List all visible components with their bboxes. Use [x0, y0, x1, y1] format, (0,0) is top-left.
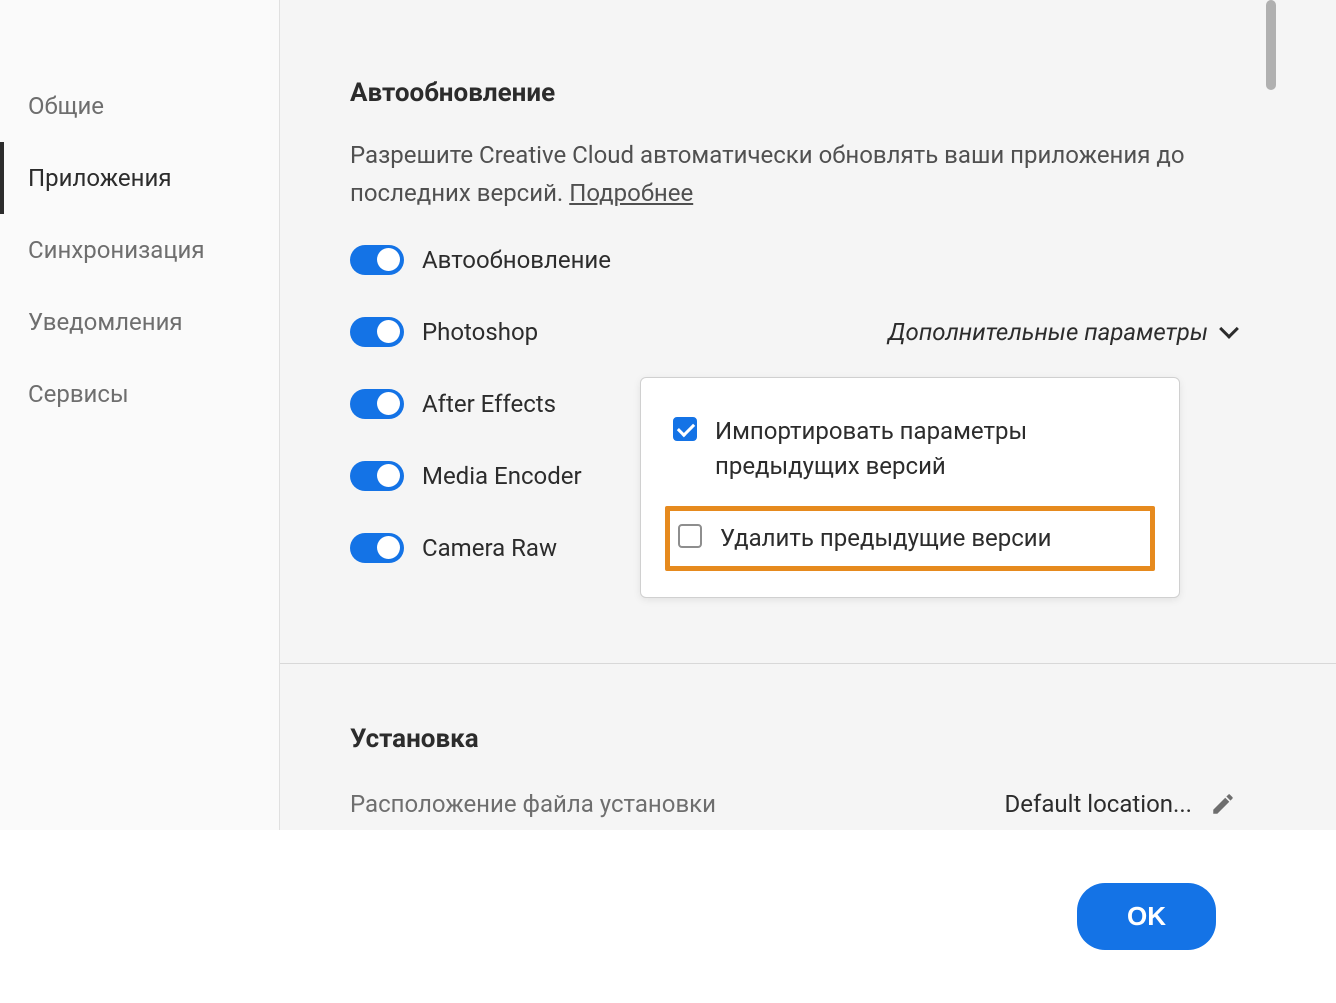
- install-section: Установка Расположение файла установки D…: [350, 664, 1276, 818]
- pencil-icon[interactable]: [1210, 791, 1236, 817]
- sidebar-item-services[interactable]: Сервисы: [0, 358, 279, 430]
- remove-previous-checkbox[interactable]: [678, 524, 702, 548]
- footer: OK: [0, 830, 1336, 1003]
- learn-more-link[interactable]: Подробнее: [569, 179, 693, 207]
- cameraraw-label: Camera Raw: [422, 534, 557, 562]
- advanced-options-popup: Импортировать параметры предыдущих верси…: [640, 377, 1180, 598]
- app-toggle-row-photoshop: Photoshop Дополнительные параметры: [350, 317, 1276, 347]
- advanced-options-link[interactable]: Дополнительные параметры: [888, 318, 1236, 346]
- ok-button[interactable]: OK: [1077, 883, 1216, 950]
- master-toggle-row: Автообновление: [350, 245, 1276, 275]
- chevron-down-icon: [1219, 319, 1239, 339]
- autoupdate-description: Разрешите Creative Cloud автоматически о…: [350, 136, 1276, 213]
- main-panel: Автообновление Разрешите Creative Cloud …: [280, 0, 1336, 830]
- description-text: Разрешите Creative Cloud автоматически о…: [350, 141, 1185, 207]
- sidebar-item-apps[interactable]: Приложения: [0, 142, 279, 214]
- install-location-value: Default location...: [1005, 790, 1193, 818]
- photoshop-label: Photoshop: [422, 318, 538, 346]
- install-location-value-group: Default location...: [1005, 790, 1237, 818]
- scrollbar[interactable]: [1266, 0, 1278, 830]
- autoupdate-toggle-label: Автообновление: [422, 246, 611, 274]
- sidebar-item-notifications[interactable]: Уведомления: [0, 286, 279, 358]
- remove-previous-label: Удалить предыдущие версии: [720, 521, 1052, 556]
- install-title: Установка: [350, 724, 1276, 754]
- remove-previous-row: Удалить предыдущие версии: [665, 506, 1155, 571]
- install-location-label: Расположение файла установки: [350, 790, 716, 818]
- autoupdate-title: Автообновление: [350, 78, 1276, 108]
- import-settings-checkbox[interactable]: [673, 417, 697, 441]
- sidebar-item-sync[interactable]: Синхронизация: [0, 214, 279, 286]
- aftereffects-label: After Effects: [422, 390, 556, 418]
- install-location-row: Расположение файла установки Default loc…: [350, 790, 1276, 818]
- autoupdate-toggle[interactable]: [350, 245, 404, 275]
- advanced-options-text: Дополнительные параметры: [888, 318, 1208, 346]
- sidebar: Общие Приложения Синхронизация Уведомлен…: [0, 0, 280, 830]
- mediaencoder-label: Media Encoder: [422, 462, 582, 490]
- scrollbar-thumb[interactable]: [1266, 0, 1276, 90]
- import-settings-label: Импортировать параметры предыдущих верси…: [715, 414, 1147, 484]
- sidebar-item-general[interactable]: Общие: [0, 70, 279, 142]
- mediaencoder-toggle[interactable]: [350, 461, 404, 491]
- import-settings-row: Импортировать параметры предыдущих верси…: [673, 414, 1147, 484]
- cameraraw-toggle[interactable]: [350, 533, 404, 563]
- photoshop-toggle[interactable]: [350, 317, 404, 347]
- aftereffects-toggle[interactable]: [350, 389, 404, 419]
